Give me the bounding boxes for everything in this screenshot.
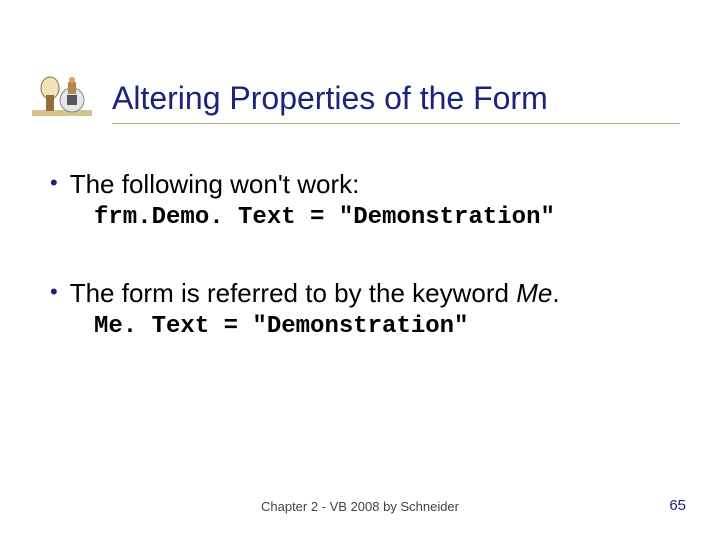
bullet-text-part: The form is referred to by the keyword: [70, 278, 517, 308]
slide-footer: Chapter 2 - VB 2008 by Schneider: [0, 499, 720, 514]
bullet-marker-icon: •: [50, 277, 58, 307]
bullet-marker-icon: •: [50, 168, 58, 198]
slide-content: • The following won't work: frm.Demo. Te…: [40, 168, 680, 340]
page-number: 65: [669, 497, 686, 514]
bullet-item: • The following won't work: frm.Demo. Te…: [50, 168, 680, 231]
code-line: frm.Demo. Text = "Demonstration": [94, 204, 680, 231]
bullet-text-part: .: [552, 278, 559, 308]
slide-header: Altering Properties of the Form: [40, 70, 680, 134]
bullet-text: The following won't work:: [70, 168, 360, 200]
bullet-list: • The following won't work: frm.Demo. Te…: [50, 168, 680, 340]
slide-title: Altering Properties of the Form: [112, 80, 680, 124]
bullet-item: • The form is referred to by the keyword…: [50, 277, 680, 340]
bullet-text: The form is referred to by the keyword M…: [70, 277, 560, 309]
keyword-me: Me: [516, 278, 552, 308]
slide: Altering Properties of the Form • The fo…: [0, 0, 720, 540]
code-line: Me. Text = "Demonstration": [94, 313, 680, 340]
slide-logo-icon: [30, 70, 94, 134]
footer-text: Chapter 2 - VB 2008 by Schneider: [261, 499, 459, 514]
